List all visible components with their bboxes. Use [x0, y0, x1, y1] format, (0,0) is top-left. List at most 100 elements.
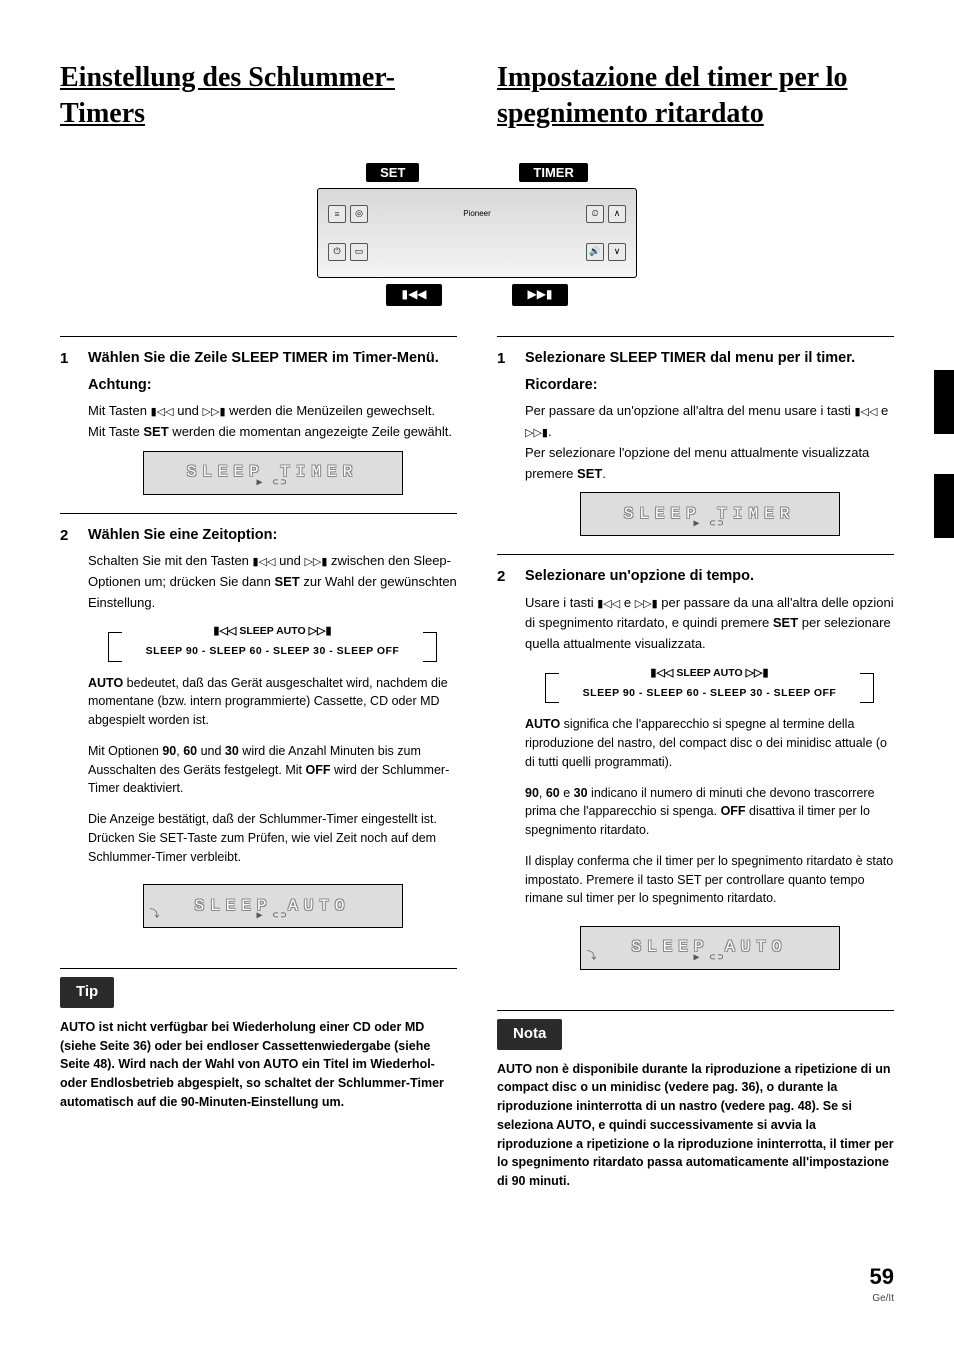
next-icon: ▷▷▮ [746, 667, 769, 679]
t: Per passare da un'opzione all'altra del … [525, 403, 854, 418]
t: Mit Tasten [88, 403, 151, 418]
t: significa che l'apparecchio si spegne al… [525, 717, 887, 769]
titles-row: Einstellung des Schlummer-Timers Imposta… [60, 60, 894, 133]
device-menu-btn: ≡ [328, 205, 346, 223]
de-step1-title: Wählen Sie die Zeile SLEEP TIMER im Time… [88, 347, 457, 370]
t: Mit Taste [88, 424, 143, 439]
it-tip-section: Nota AUTO non è disponibile durante la r… [497, 1010, 894, 1191]
t: werden die Menüzeilen gewechselt. [226, 403, 436, 418]
t: bedeutet, daß das Gerät ausgeschaltet wi… [88, 676, 448, 728]
label-timer: TIMER [519, 163, 587, 182]
label-set: SET [366, 163, 419, 182]
display-subicon: ▶ ⊂⊃ [256, 909, 288, 925]
device-down-btn: ∨ [608, 243, 626, 261]
it-display-sleep-timer: SLEEP TIMER ▶ ⊂⊃ [580, 492, 840, 536]
device-display-btn: ▭ [350, 243, 368, 261]
next-icon: ▷▷▮ [304, 556, 327, 568]
de-cycle-diagram: ▮◁◁ SLEEP AUTO ▷▷▮ SLEEP 90 - SLEEP 60 -… [88, 623, 457, 661]
de-step2-num: 2 [60, 524, 88, 929]
prev-icon: ▮◁◁ [650, 667, 673, 679]
it-step1-title: Selezionare SLEEP TIMER dal menu per il … [525, 347, 894, 370]
corner-icon: ⤵ [587, 950, 597, 966]
title-left: Einstellung des Schlummer-Timers [60, 60, 457, 133]
side-tabs [934, 370, 954, 578]
device-brand: Pioneer [463, 209, 491, 218]
it-step2-intro: Usare i tasti ▮◁◁ e ▷▷▮ per passare da u… [525, 593, 894, 655]
de-step1-num: 1 [60, 347, 88, 495]
it-tip-text: AUTO non è disponibile durante la riprod… [497, 1060, 894, 1191]
it-step-1: 1 Selezionare SLEEP TIMER dal menu per i… [497, 336, 894, 537]
it-display-sleep-auto: SLEEP AUTO ⤵ ▶ ⊂⊃ [580, 926, 840, 970]
next-icon: ▷▷▮ [203, 406, 226, 418]
n30: 30 [225, 744, 239, 758]
next-track-button: ▶▶▮ [512, 284, 568, 306]
content-columns: 1 Wählen Sie die Zeile SLEEP TIMER im Ti… [60, 336, 894, 1191]
prev-icon: ▮◁◁ [854, 406, 877, 418]
de-step-1: 1 Wählen Sie die Zeile SLEEP TIMER im Ti… [60, 336, 457, 495]
de-tip-label: Tip [60, 977, 114, 1008]
device-power-btn: ⏻ [328, 243, 346, 261]
t: , [539, 786, 546, 800]
t: und [174, 403, 203, 418]
prev-icon: ▮◁◁ [597, 598, 620, 610]
it-auto-text: AUTO significa che l'apparecchio si speg… [525, 715, 894, 771]
de-step2-title: Wählen Sie eine Zeitoption: [88, 524, 457, 547]
n30: 30 [574, 786, 588, 800]
device-body: ≡ ◎ Pioneer ⏲ ∧ ⏻ ▭ 🔊 ∨ [317, 188, 637, 278]
it-step2-title: Selezionare un'opzione di tempo. [525, 565, 894, 588]
off: OFF [305, 763, 330, 777]
next-icon: ▷▷▮ [309, 625, 332, 637]
de-step-2: 2 Wählen Sie eine Zeitoption: Schalten S… [60, 513, 457, 929]
de-auto-text: AUTO bedeutet, daß das Gerät ausgeschalt… [88, 674, 457, 730]
auto-label: AUTO [88, 676, 123, 690]
prev-track-button: ▮◀◀ [386, 284, 442, 306]
it-tip-label: Nota [497, 1019, 562, 1050]
it-step1-num: 1 [497, 347, 525, 537]
de-display-sleep-auto: SLEEP AUTO ⤵ ▶ ⊂⊃ [143, 884, 403, 928]
set-word: SET [143, 424, 168, 439]
corner-icon: ⤵ [150, 908, 160, 924]
t: und [197, 744, 225, 758]
t: Usare i tasti [525, 595, 597, 610]
page-number: 59 [870, 1264, 894, 1290]
t: Schalten Sie mit den Tasten [88, 553, 253, 568]
sleep-auto-label: SLEEP AUTO [239, 625, 305, 637]
column-german: 1 Wählen Sie die Zeile SLEEP TIMER im Ti… [60, 336, 457, 1191]
t: . [602, 466, 606, 481]
prev-icon: ▮◁◁ [253, 556, 276, 568]
column-italian: 1 Selezionare SLEEP TIMER dal menu per i… [497, 336, 894, 1191]
sleep-options: SLEEP 90 - SLEEP 60 - SLEEP 30 - SLEEP O… [583, 687, 837, 699]
off: OFF [721, 804, 746, 818]
display-subicon: ▶ ⊂⊃ [693, 517, 725, 533]
t: . [548, 424, 552, 439]
auto-label: AUTO [525, 717, 560, 731]
t: e [877, 403, 888, 418]
set-word: SET [577, 466, 602, 481]
it-step-2: 2 Selezionare un'opzione di tempo. Usare… [497, 554, 894, 970]
prev-icon: ▮◁◁ [151, 406, 174, 418]
t: werden die momentan angezeigte Zeile gew… [169, 424, 452, 439]
de-tip-text: AUTO ist nicht verfügbar bei Wiederholun… [60, 1018, 457, 1112]
side-tab-2 [934, 474, 954, 538]
device-up-btn: ∧ [608, 205, 626, 223]
it-numbers-text: 90, 60 e 30 indicano il numero di minuti… [525, 784, 894, 840]
next-icon: ▷▷▮ [525, 427, 548, 439]
device-timer-btn: ⏲ [586, 205, 604, 223]
language-code: Ge/It [872, 1293, 894, 1304]
it-tail-text: Il display conferma che il timer per lo … [525, 852, 894, 908]
sleep-options: SLEEP 90 - SLEEP 60 - SLEEP 30 - SLEEP O… [146, 645, 400, 657]
n60: 60 [546, 786, 560, 800]
display-subicon: ▶ ⊂⊃ [256, 476, 288, 492]
t: und [276, 553, 305, 568]
it-step2-num: 2 [497, 565, 525, 970]
title-right: Impostazione del timer per lo spegniment… [497, 60, 894, 133]
de-tail-text: Die Anzeige bestätigt, daß der Schlummer… [88, 810, 457, 866]
de-display-sleep-timer: SLEEP TIMER ▶ ⊂⊃ [143, 451, 403, 495]
t: e [620, 595, 634, 610]
set-word: SET [773, 615, 798, 630]
device-set-btn: ◎ [350, 205, 368, 223]
set-word: SET [274, 574, 299, 589]
device-vol-btn: 🔊 [586, 243, 604, 261]
de-step2-intro: Schalten Sie mit den Tasten ▮◁◁ und ▷▷▮ … [88, 551, 457, 613]
prev-icon: ▮◁◁ [213, 625, 236, 637]
